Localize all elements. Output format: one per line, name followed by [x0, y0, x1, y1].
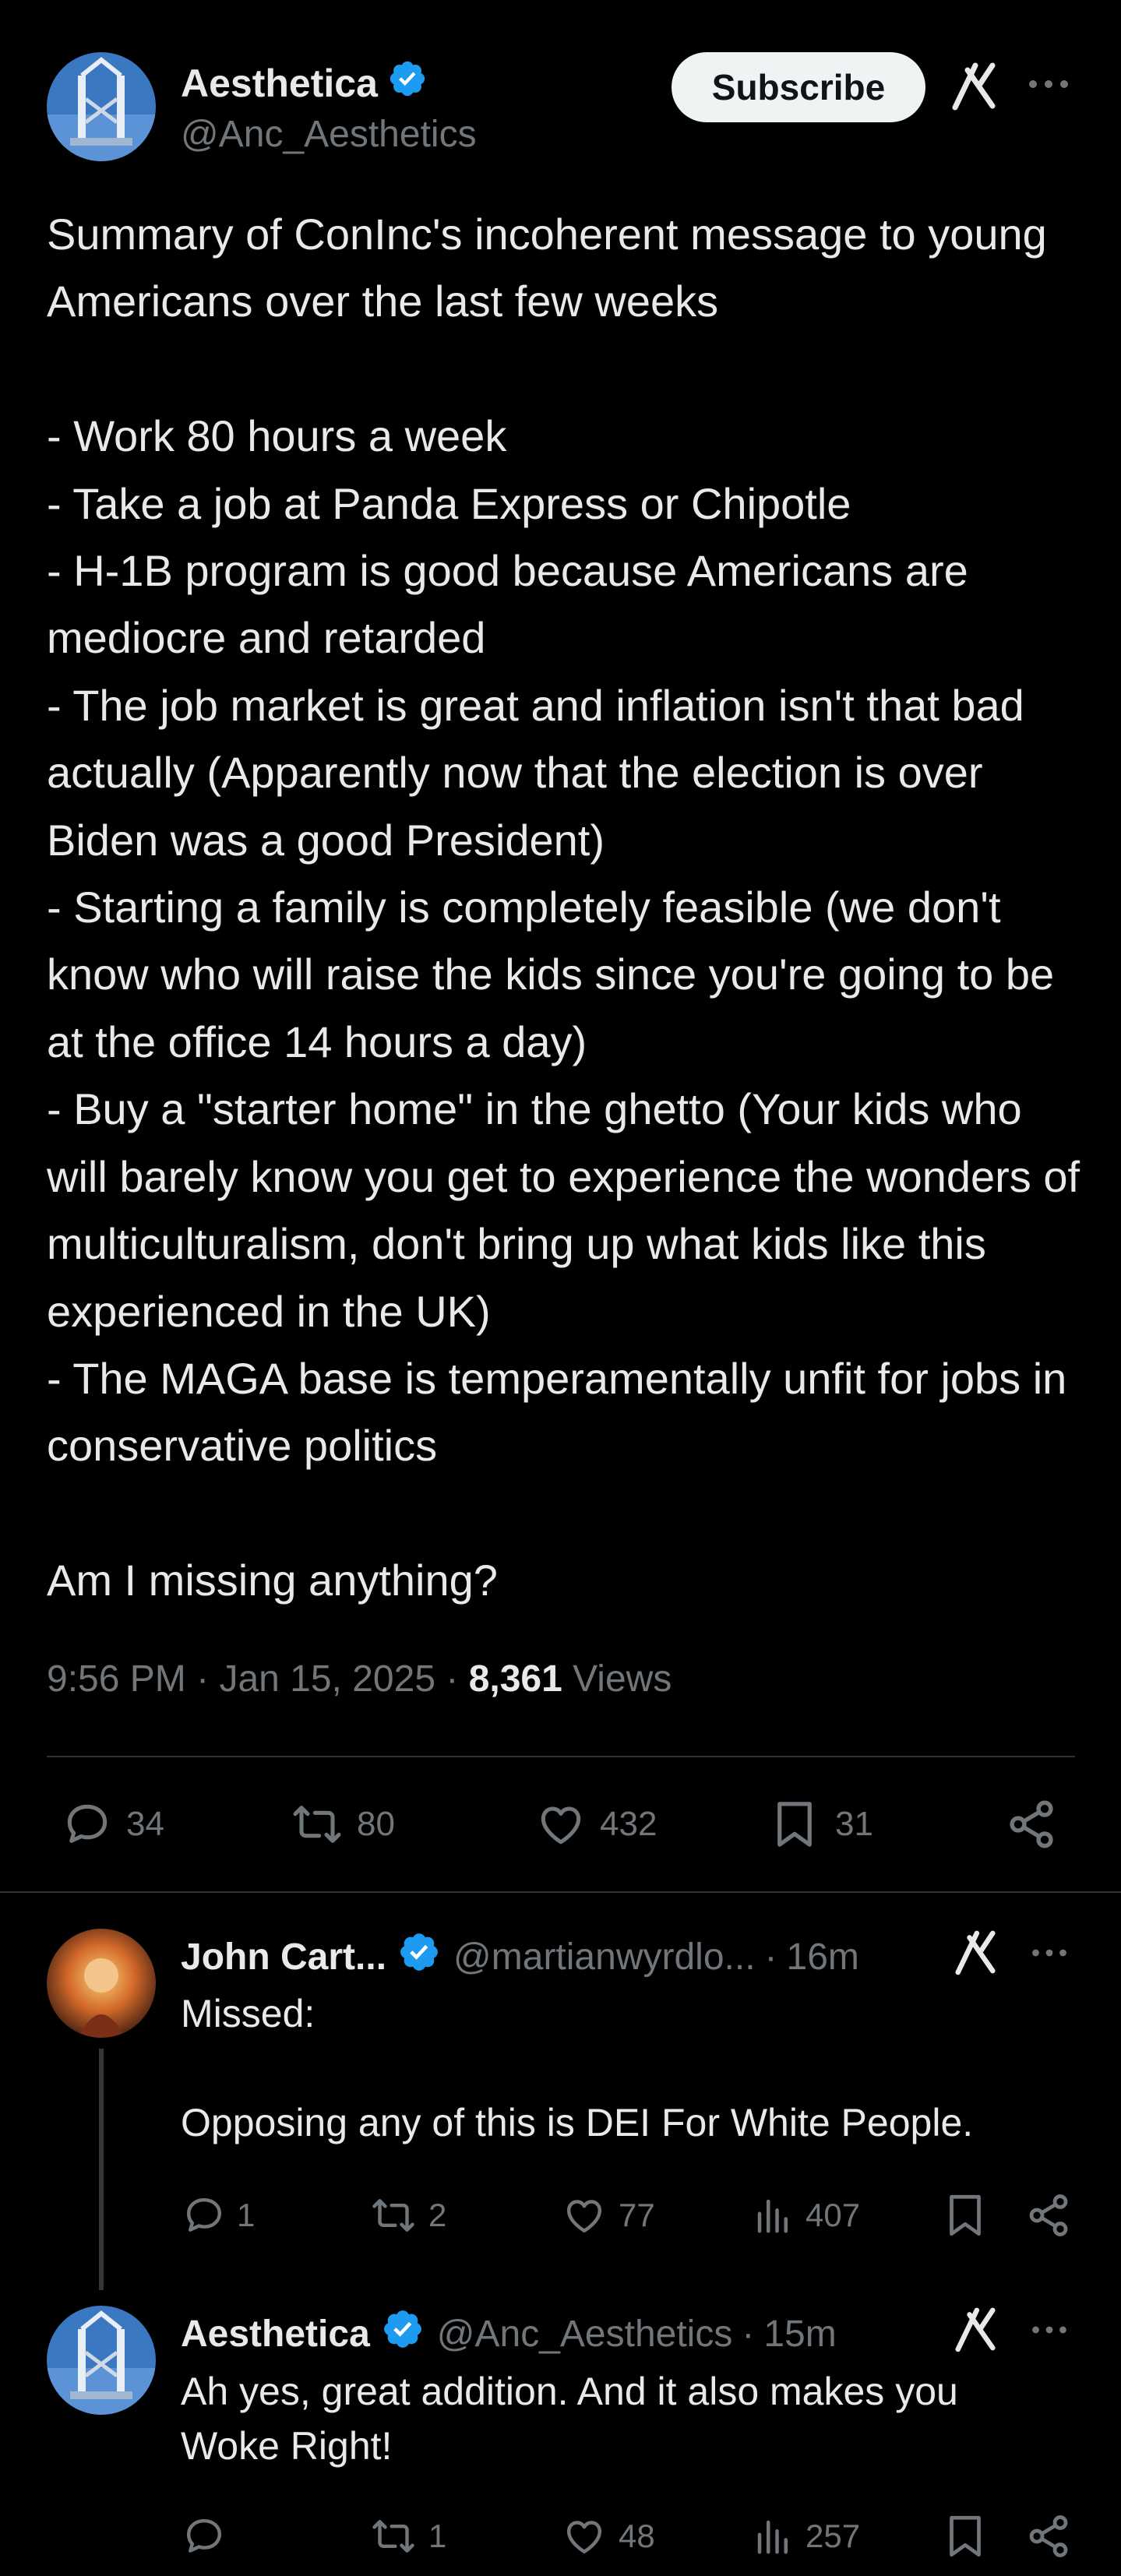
- verified-badge-icon: [381, 2307, 425, 2360]
- reply-author-handle[interactable]: @martianwyrdlo...: [453, 1936, 756, 1979]
- verified-badge-icon: [397, 1930, 441, 1983]
- divider: [47, 1756, 1075, 1757]
- reply-avatar[interactable]: [47, 1929, 156, 2038]
- reply-author-name[interactable]: John Cart...: [181, 1936, 386, 1979]
- more-options-icon[interactable]: [1028, 1947, 1070, 1958]
- reply-time[interactable]: 15m: [763, 2313, 836, 2356]
- views-label: Views: [573, 1658, 672, 1700]
- views-icon: [757, 2520, 788, 2554]
- share-button[interactable]: [1025, 2513, 1072, 2560]
- more-options-icon[interactable]: [1027, 78, 1070, 90]
- more-options-icon[interactable]: [1028, 2324, 1070, 2335]
- tweet-time[interactable]: 9:56 PM: [47, 1658, 186, 1700]
- bookmark-count: 31: [835, 1805, 873, 1843]
- repost-button[interactable]: 1: [369, 2514, 446, 2558]
- share-button[interactable]: [1005, 1798, 1058, 1851]
- repost-icon: [293, 1806, 341, 1843]
- heart-icon: [566, 2200, 602, 2233]
- like-button[interactable]: 432: [534, 1799, 657, 1849]
- bookmark-button[interactable]: [946, 2192, 985, 2239]
- verified-badge-icon: [387, 58, 428, 108]
- views-count: 257: [805, 2518, 861, 2554]
- repost-count: 2: [428, 2197, 447, 2233]
- author-header: Aesthetica: [181, 58, 428, 108]
- author-handle[interactable]: @Anc_Aesthetics: [181, 113, 477, 156]
- repost-count: 80: [357, 1805, 395, 1843]
- grok-icon[interactable]: [952, 62, 996, 111]
- author-avatar[interactable]: [47, 52, 156, 161]
- like-button[interactable]: 77: [561, 2194, 655, 2237]
- tweet-meta: 9:56 PM · Jan 15, 2025 · 8,361 Views: [47, 1658, 672, 1700]
- reply-button[interactable]: 34: [61, 1799, 164, 1849]
- like-count: 432: [600, 1805, 657, 1843]
- repost-count: 1: [428, 2518, 447, 2554]
- share-icon: [1029, 2515, 1068, 2557]
- reply-icon: [186, 2197, 222, 2232]
- like-button[interactable]: 48: [561, 2514, 655, 2558]
- share-icon: [1029, 2194, 1068, 2236]
- reply-text: Missed: Opposing any of this is DEI For …: [181, 1992, 974, 2144]
- reply-button[interactable]: 1: [181, 2194, 255, 2237]
- tweet-date[interactable]: Jan 15, 2025: [219, 1658, 435, 1700]
- like-count: 77: [619, 2197, 655, 2233]
- reply-count: 34: [126, 1805, 164, 1843]
- reply-time[interactable]: 16m: [787, 1936, 859, 1979]
- thread-line: [99, 2049, 104, 2290]
- reply-author-handle[interactable]: @Anc_Aesthetics: [437, 2313, 733, 2356]
- heart-icon: [541, 1806, 581, 1845]
- bookmark-icon: [950, 2515, 981, 2557]
- reply-avatar[interactable]: [47, 2306, 156, 2415]
- heart-icon: [566, 2521, 602, 2554]
- views-count: 8,361: [468, 1658, 562, 1700]
- views-button[interactable]: 407: [753, 2194, 860, 2237]
- reply-header: Aesthetica @Anc_Aesthetics · 15m: [181, 2307, 837, 2360]
- author-name[interactable]: Aesthetica: [181, 61, 378, 106]
- bookmark-icon: [777, 1802, 812, 1847]
- tweet-text: Summary of ConInc's incoherent message t…: [47, 210, 1080, 1605]
- bookmark-button[interactable]: 31: [773, 1799, 873, 1849]
- grok-icon[interactable]: [955, 1930, 996, 1975]
- reply-header: John Cart... @martianwyrdlo... · 16m: [181, 1930, 859, 1983]
- repost-button[interactable]: 2: [369, 2194, 446, 2237]
- repost-button[interactable]: 80: [290, 1799, 395, 1849]
- subscribe-button[interactable]: Subscribe: [672, 52, 925, 122]
- grok-icon[interactable]: [955, 2307, 996, 2352]
- share-button[interactable]: [1025, 2192, 1072, 2239]
- like-count: 48: [619, 2518, 655, 2554]
- reply-author-name[interactable]: Aesthetica: [181, 2313, 370, 2356]
- reply-text: Ah yes, great addition. And it also make…: [181, 2370, 969, 2468]
- bookmark-button[interactable]: [946, 2513, 985, 2560]
- repost-icon: [372, 2520, 414, 2553]
- reply-count: 1: [237, 2197, 256, 2233]
- reply-icon: [186, 2518, 222, 2553]
- reply-button[interactable]: [181, 2514, 237, 2558]
- share-icon: [1010, 1800, 1053, 1848]
- views-icon: [757, 2199, 788, 2233]
- views-count: 407: [805, 2197, 861, 2233]
- views-button[interactable]: 257: [753, 2514, 860, 2558]
- bookmark-icon: [950, 2194, 981, 2236]
- divider: [0, 1891, 1121, 1893]
- reply-icon: [67, 1804, 108, 1843]
- repost-icon: [372, 2199, 414, 2232]
